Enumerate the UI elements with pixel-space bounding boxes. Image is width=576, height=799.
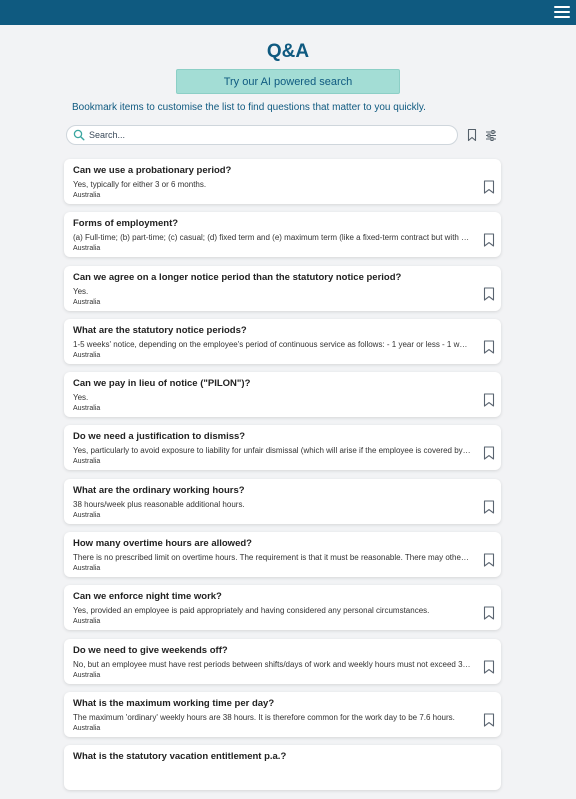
qa-card[interactable]: Forms of employment? (a) Full-time; (b) …: [64, 212, 501, 258]
question-text: Can we use a probationary period?: [73, 165, 232, 176]
question-text: Can we agree on a longer notice period t…: [73, 271, 402, 283]
question-text: Do we need to give weekends off?: [73, 644, 228, 656]
bookmark-icon[interactable]: [483, 446, 495, 461]
search-bar[interactable]: [66, 125, 458, 145]
country-label: Australia: [73, 192, 101, 199]
question-text: Can we pay in lieu of notice ("PILON")?: [73, 378, 251, 390]
qa-card[interactable]: What are the ordinary working hours? 38 …: [64, 478, 501, 524]
qa-card[interactable]: Can we agree on a longer notice period t…: [64, 265, 501, 311]
qa-card[interactable]: Can we pay in lieu of notice ("PILON")? …: [64, 372, 501, 418]
country-label: Australia: [73, 511, 101, 519]
top-bar: [0, 0, 576, 25]
answer-preview: Yes, provided an employee is paid approp…: [73, 606, 430, 616]
hamburger-menu-icon[interactable]: [554, 6, 570, 18]
question-text: What is the statutory vacation entitleme…: [73, 751, 287, 763]
country-label: Australia: [73, 298, 101, 306]
answer-preview: (a) Full-time; (b) part-time; (c) casual…: [73, 233, 471, 243]
page-title: Q&A: [266, 41, 310, 62]
search-icon: [72, 128, 86, 142]
bookmark-filter-icon[interactable]: [465, 128, 479, 142]
question-text: Do we need a justification to dismiss?: [73, 431, 246, 443]
country-label: Australia: [73, 565, 101, 573]
bookmark-hint: Bookmark items to customise the list to …: [72, 102, 426, 113]
question-text: What is the maximum working time per day…: [73, 697, 275, 709]
answer-preview: No, but an employee must have rest perio…: [73, 659, 471, 669]
bookmark-icon[interactable]: [483, 340, 495, 354]
answer-preview: Yes, particularly to avoid exposure to l…: [73, 446, 471, 456]
answer-preview: The maximum 'ordinary' weekly hours are …: [73, 712, 455, 722]
qa-list: Can we use a probationary period? Yes, t…: [64, 159, 501, 799]
answer-preview: There is no prescribed limit on overtime…: [73, 553, 471, 563]
question-text: How many overtime hours are allowed?: [73, 538, 252, 550]
question-text: Can we enforce night time work?: [73, 591, 222, 603]
bookmark-icon[interactable]: [483, 606, 495, 620]
answer-preview: 38 hours/week plus reasonable additional…: [73, 499, 245, 509]
answer-preview: Yes.: [73, 393, 89, 403]
filter-settings-icon[interactable]: [484, 128, 498, 142]
bookmark-icon[interactable]: [483, 500, 495, 514]
qa-card[interactable]: What are the statutory notice periods? 1…: [64, 318, 501, 364]
question-text: What are the ordinary working hours?: [73, 484, 245, 496]
country-label: Australia: [73, 724, 101, 732]
question-text: Forms of employment?: [73, 218, 179, 230]
qa-card[interactable]: How many overtime hours are allowed? The…: [64, 532, 501, 578]
search-input[interactable]: [89, 130, 429, 140]
bookmark-icon[interactable]: [483, 180, 495, 194]
bookmark-icon[interactable]: [483, 553, 495, 567]
bookmark-icon[interactable]: [483, 233, 495, 247]
question-text: What are the statutory notice periods?: [73, 324, 247, 336]
qa-card[interactable]: Can we enforce night time work? Yes, pro…: [64, 585, 501, 631]
country-label: Australia: [73, 671, 101, 679]
qa-card[interactable]: Can we use a probationary period? Yes, t…: [64, 159, 501, 204]
country-label: Australia: [73, 458, 101, 466]
qa-card[interactable]: Do we need a justification to dismiss? Y…: [64, 425, 501, 471]
bookmark-icon[interactable]: [483, 713, 495, 727]
country-label: Australia: [73, 351, 101, 359]
country-label: Australia: [73, 245, 101, 253]
qa-card[interactable]: What is the maximum working time per day…: [64, 691, 501, 737]
answer-preview: 1-5 weeks' notice, depending on the empl…: [73, 339, 471, 349]
bookmark-icon[interactable]: [483, 287, 495, 301]
ai-search-button[interactable]: Try our AI powered search: [176, 69, 400, 94]
answer-preview: Yes.: [73, 286, 89, 296]
country-label: Australia: [73, 618, 101, 626]
country-label: Australia: [73, 405, 101, 413]
qa-card[interactable]: Do we need to give weekends off? No, but…: [64, 638, 501, 684]
bookmark-icon[interactable]: [483, 660, 495, 674]
answer-preview: Yes, typically for either 3 or 6 months.: [73, 180, 207, 189]
bookmark-icon[interactable]: [483, 393, 495, 407]
